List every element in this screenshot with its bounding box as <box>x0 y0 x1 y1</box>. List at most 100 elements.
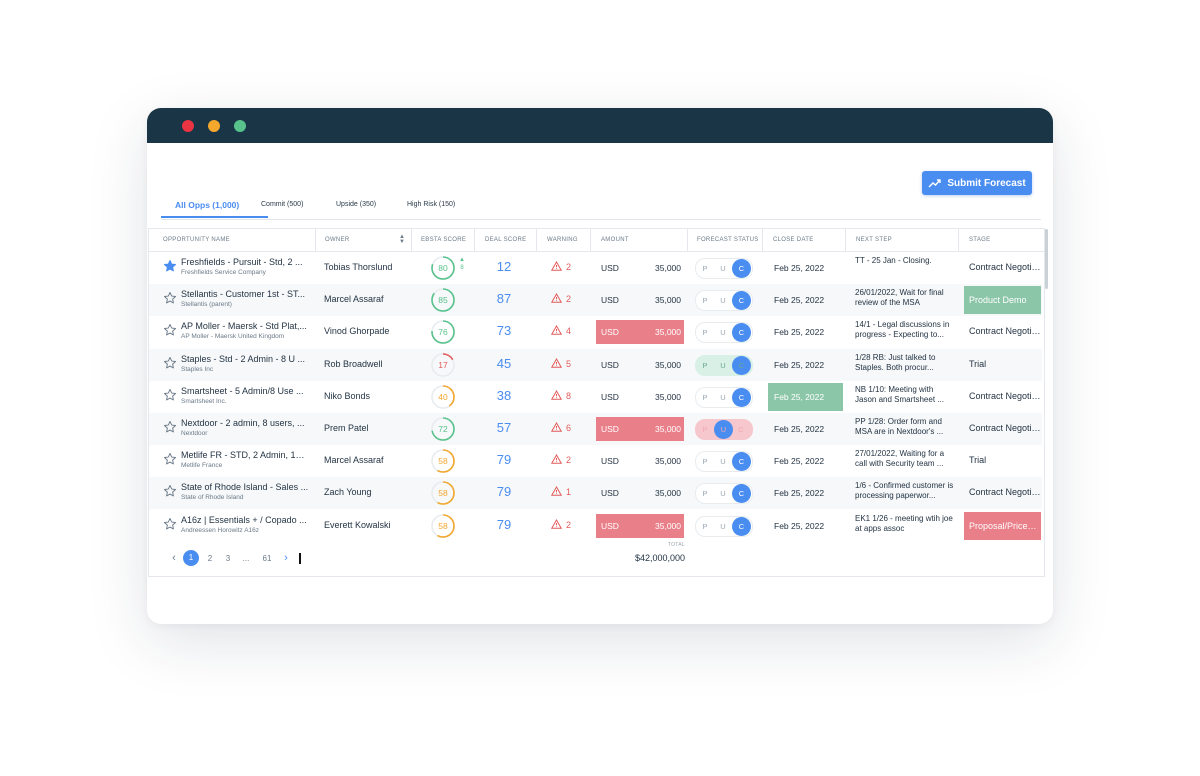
star-icon[interactable] <box>163 356 177 370</box>
amount-cell: USD 35,000 <box>596 288 684 312</box>
table-row[interactable]: Smartsheet - 5 Admin/8 Use ... Smartsheet… <box>149 381 1043 413</box>
tab-all-opps[interactable]: All Opps (1,000) <box>175 200 239 210</box>
sort-icon[interactable]: ▲ ▼ <box>399 234 405 245</box>
col-header-amount[interactable]: AMOUNT <box>601 229 629 251</box>
col-header-forecast-status[interactable]: FORECAST STATUS <box>697 229 759 251</box>
star-icon[interactable] <box>163 388 177 402</box>
col-header-opportunity-name[interactable]: OPPORTUNITY NAME <box>163 229 230 251</box>
forecast-option-p[interactable]: P <box>698 326 712 340</box>
warning-count[interactable]: 5 <box>551 357 581 369</box>
forecast-option-p[interactable]: P <box>698 391 712 405</box>
col-header-stage[interactable]: STAGE <box>969 229 990 251</box>
next-page-button[interactable]: › <box>279 552 293 564</box>
opportunity-name-link[interactable]: Freshfields - Pursuit - Std, 2 ... <box>181 257 309 267</box>
opportunity-name-link[interactable]: Nextdoor - 2 admin, 8 users, ... <box>181 418 309 428</box>
table-row[interactable]: A16z | Essentials + / Copado ... Andreess… <box>149 510 1042 542</box>
forecast-option-p[interactable]: P <box>698 262 712 276</box>
forecast-option-p[interactable]: P <box>698 520 712 534</box>
maximize-window-button[interactable] <box>234 120 246 132</box>
stage-value[interactable]: Contract Negotia... <box>969 262 1043 272</box>
forecast-option-c[interactable]: C <box>732 452 751 472</box>
forecast-option-u[interactable]: U <box>716 455 730 469</box>
stage-cell[interactable]: Proposal/Price Q... <box>964 511 1041 540</box>
col-header-ebsta-score[interactable]: EBSTA SCORE <box>421 229 466 251</box>
opportunity-name-link[interactable]: Stellantis - Customer 1st - ST... <box>181 289 309 299</box>
forecast-option-p[interactable]: P <box>698 455 712 469</box>
tab-upside[interactable]: Upside (350) <box>336 201 376 208</box>
vertical-scrollbar[interactable] <box>1045 229 1048 289</box>
col-header-close-date[interactable]: CLOSE DATE <box>773 229 814 251</box>
opportunity-name-link[interactable]: State of Rhode Island - Sales ... <box>181 482 309 492</box>
warning-count[interactable]: 2 <box>551 261 581 272</box>
text-cursor <box>299 552 301 564</box>
tab-commit[interactable]: Commit (500) <box>261 201 303 208</box>
table-row[interactable]: Staples - Std - 2 Admin - 8 U ... Staples… <box>149 348 1043 381</box>
stage-value[interactable]: Trial <box>969 359 1043 369</box>
forecast-option-u[interactable]: U <box>716 359 730 373</box>
col-header-deal-score[interactable]: DEAL SCORE <box>485 229 526 251</box>
forecast-option-p[interactable]: P <box>698 423 712 437</box>
forecast-option-p[interactable]: P <box>698 487 712 501</box>
table-row[interactable]: AP Moller - Maersk - Std Plat,... AP Moll… <box>149 316 1043 348</box>
close-window-button[interactable] <box>182 120 194 132</box>
warning-count[interactable]: 2 <box>551 454 581 465</box>
stage-value[interactable]: Contract Negotia... <box>969 423 1043 433</box>
tab-high-risk[interactable]: High Risk (150) <box>407 201 455 208</box>
opportunity-name-link[interactable]: Smartsheet - 5 Admin/8 Use ... <box>181 386 309 396</box>
col-header-warning[interactable]: WARNING <box>547 229 578 251</box>
forecast-option-c[interactable]: C <box>732 516 751 536</box>
stage-value[interactable]: Contract Negotia... <box>969 326 1043 336</box>
page-1-button[interactable]: 1 <box>183 550 199 566</box>
opportunity-name-link[interactable]: Metlife FR - STD, 2 Admin, 18 ... <box>181 450 309 460</box>
submit-forecast-button[interactable]: Submit Forecast <box>922 171 1032 195</box>
prev-page-button[interactable]: ‹ <box>167 552 181 564</box>
forecast-option-u[interactable]: U <box>716 391 730 405</box>
stage-cell[interactable]: Product Demo <box>964 286 1041 315</box>
table-row[interactable]: Freshfields - Pursuit - Std, 2 ... Freshf… <box>149 252 1043 284</box>
forecast-option-u[interactable]: U <box>714 420 733 439</box>
forecast-option-p[interactable]: P <box>698 359 712 373</box>
table-row[interactable]: State of Rhode Island - Sales ... State o… <box>149 477 1043 510</box>
forecast-option-c[interactable]: C <box>732 484 751 504</box>
opportunity-name-link[interactable]: A16z | Essentials + / Copado ... <box>181 515 309 525</box>
page-2-button[interactable]: 2 <box>201 554 219 563</box>
forecast-option-c[interactable]: C <box>734 423 748 437</box>
star-icon[interactable] <box>163 517 177 531</box>
warning-count[interactable]: 1 <box>551 486 581 497</box>
opportunity-name-link[interactable]: AP Moller - Maersk - Std Plat,... <box>181 321 309 331</box>
forecast-option-c[interactable]: C <box>732 387 751 407</box>
forecast-option-u[interactable]: U <box>716 262 730 276</box>
star-icon[interactable] <box>163 259 177 273</box>
forecast-option-u[interactable]: U <box>716 520 730 534</box>
col-header-next-step[interactable]: NEXT STEP <box>856 229 892 251</box>
forecast-option-c[interactable]: C <box>732 259 751 278</box>
forecast-option-u[interactable]: U <box>716 487 730 501</box>
forecast-option-u[interactable]: U <box>716 326 730 340</box>
col-header-owner[interactable]: OWNER <box>325 229 350 251</box>
star-icon[interactable] <box>163 323 177 337</box>
stage-value[interactable]: Trial <box>969 455 1043 465</box>
warning-count[interactable]: 2 <box>551 518 581 530</box>
forecast-option-c[interactable]: C <box>732 323 751 343</box>
table-row[interactable]: Metlife FR - STD, 2 Admin, 18 ... Metlife… <box>149 445 1042 477</box>
forecast-option-c[interactable]: C <box>732 355 751 375</box>
opportunity-name-link[interactable]: Staples - Std - 2 Admin - 8 U ... <box>181 354 309 364</box>
forecast-option-u[interactable]: U <box>716 294 730 308</box>
warning-count[interactable]: 8 <box>551 389 581 401</box>
table-row[interactable]: Stellantis - Customer 1st - ST... Stellan… <box>149 284 1042 317</box>
table-row[interactable]: Nextdoor - 2 admin, 8 users, ... Nextdoor… <box>149 413 1043 445</box>
minimize-window-button[interactable] <box>208 120 220 132</box>
forecast-option-c[interactable]: C <box>732 291 751 311</box>
warning-count[interactable]: 2 <box>551 293 581 304</box>
forecast-option-p[interactable]: P <box>698 294 712 308</box>
stage-value[interactable]: Contract Negotia... <box>969 487 1043 497</box>
star-icon[interactable] <box>163 420 177 434</box>
page-3-button[interactable]: 3 <box>219 554 237 563</box>
page-61-button[interactable]: 61 <box>255 554 279 563</box>
stage-value[interactable]: Contract Negotia... <box>969 391 1043 401</box>
star-icon[interactable] <box>163 452 177 466</box>
star-icon[interactable] <box>163 484 177 498</box>
star-icon[interactable] <box>163 291 177 305</box>
warning-count[interactable]: 4 <box>551 325 581 336</box>
warning-count[interactable]: 6 <box>551 422 581 433</box>
